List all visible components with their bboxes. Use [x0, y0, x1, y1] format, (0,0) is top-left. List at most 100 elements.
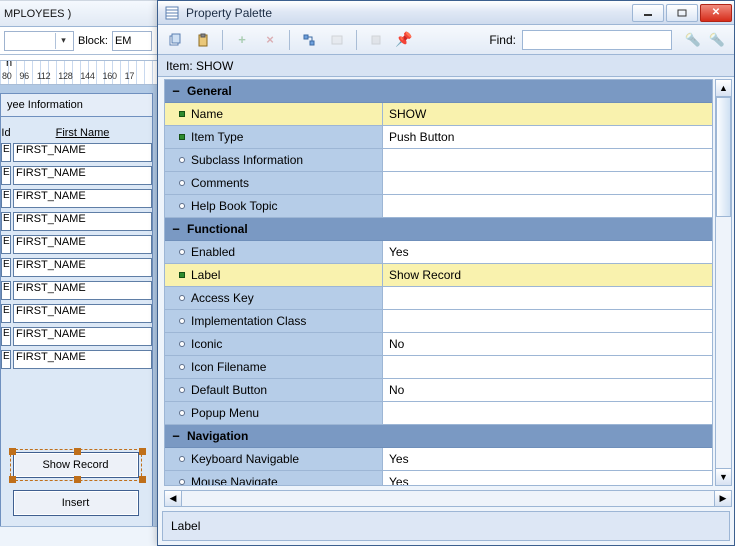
- property-row-default_btn[interactable]: Default ButtonNo: [165, 379, 712, 402]
- pin-button[interactable]: 📌: [393, 29, 415, 51]
- table-row[interactable]: EFIRST_NAME: [1, 233, 152, 256]
- minimize-button[interactable]: [632, 4, 664, 22]
- table-row[interactable]: EFIRST_NAME: [1, 279, 152, 302]
- id-cell[interactable]: E: [1, 212, 11, 231]
- editor-combo-1[interactable]: ▾: [4, 31, 74, 51]
- property-value[interactable]: [383, 287, 712, 309]
- property-class-button: [326, 29, 348, 51]
- find-input[interactable]: [522, 30, 672, 50]
- table-row[interactable]: EFIRST_NAME: [1, 164, 152, 187]
- scroll-thumb[interactable]: [716, 97, 731, 217]
- titlebar[interactable]: Property Palette ✕: [158, 1, 734, 25]
- property-value[interactable]: [383, 195, 712, 217]
- property-value[interactable]: Yes: [383, 241, 712, 263]
- firstname-cell[interactable]: FIRST_NAME: [13, 166, 152, 185]
- scroll-right-button[interactable]: ▶: [714, 491, 731, 506]
- property-value[interactable]: [383, 356, 712, 378]
- collapse-icon: −: [171, 429, 181, 443]
- canvas[interactable]: Id First Name EFIRST_NAMEEFIRST_NAMEEFIR…: [0, 117, 153, 537]
- property-value[interactable]: No: [383, 379, 712, 401]
- maximize-button[interactable]: [666, 4, 698, 22]
- property-row-name[interactable]: NameSHOW: [165, 103, 712, 126]
- property-label: Keyboard Navigable: [191, 452, 299, 466]
- table-row[interactable]: EFIRST_NAME: [1, 302, 152, 325]
- property-row-enabled[interactable]: Enabled Yes: [165, 241, 712, 264]
- id-cell[interactable]: E: [1, 304, 11, 323]
- property-label: Icon Filename: [191, 360, 266, 374]
- property-row-comments[interactable]: Comments: [165, 172, 712, 195]
- firstname-cell[interactable]: FIRST_NAME: [13, 212, 152, 231]
- property-row-access_key[interactable]: Access Key: [165, 287, 712, 310]
- property-row-help_book[interactable]: Help Book Topic: [165, 195, 712, 218]
- vertical-scrollbar[interactable]: ▲ ▼: [715, 79, 732, 486]
- property-value[interactable]: [383, 402, 712, 424]
- status-cell: Label: [162, 511, 730, 541]
- firstname-cell[interactable]: FIRST_NAME: [13, 235, 152, 254]
- property-value[interactable]: Yes: [383, 471, 712, 486]
- scroll-left-button[interactable]: ◀: [165, 491, 182, 506]
- block-combo[interactable]: EM: [112, 31, 152, 51]
- scroll-up-button[interactable]: ▲: [716, 80, 731, 97]
- id-cell[interactable]: E: [1, 189, 11, 208]
- property-row-popup[interactable]: Popup Menu: [165, 402, 712, 425]
- firstname-cell[interactable]: FIRST_NAME: [13, 258, 152, 277]
- property-row-icon_file[interactable]: Icon Filename: [165, 356, 712, 379]
- section-navigation[interactable]: −Navigation: [165, 425, 712, 448]
- property-value[interactable]: Push Button: [383, 126, 712, 148]
- id-cell[interactable]: E: [1, 281, 11, 300]
- window-title: Property Palette: [186, 6, 626, 20]
- id-cell[interactable]: E: [1, 350, 11, 369]
- firstname-cell[interactable]: FIRST_NAME: [13, 350, 152, 369]
- table-row[interactable]: EFIRST_NAME: [1, 348, 152, 371]
- property-value[interactable]: Show Record: [383, 264, 712, 286]
- property-row-plabel[interactable]: LabelShow Record: [165, 264, 712, 287]
- property-row-item_type[interactable]: Item TypePush Button: [165, 126, 712, 149]
- table-row[interactable]: EFIRST_NAME: [1, 325, 152, 348]
- default-marker-icon: [179, 410, 185, 416]
- section-functional[interactable]: −Functional: [165, 218, 712, 241]
- paste-props-button[interactable]: [192, 29, 214, 51]
- firstname-cell[interactable]: FIRST_NAME: [13, 327, 152, 346]
- property-value[interactable]: No: [383, 333, 712, 355]
- id-cell[interactable]: E: [1, 258, 11, 277]
- scroll-down-button[interactable]: ▼: [716, 468, 731, 485]
- id-cell[interactable]: E: [1, 166, 11, 185]
- close-button[interactable]: ✕: [700, 4, 732, 22]
- property-value[interactable]: [383, 149, 712, 171]
- override-marker-icon: [179, 134, 185, 140]
- horizontal-scrollbar[interactable]: ◀ ▶: [164, 490, 732, 507]
- collapse-icon: −: [171, 84, 181, 98]
- property-grid[interactable]: −GeneralNameSHOWItem TypePush ButtonSubc…: [164, 79, 713, 486]
- property-palette-window: Property Palette ✕ + × 📌 Find: 🔦 🔦 Item:…: [157, 0, 735, 546]
- property-value[interactable]: [383, 310, 712, 332]
- find-prev-button: 🔦: [706, 29, 728, 51]
- section-general[interactable]: −General: [165, 80, 712, 103]
- table-row[interactable]: EFIRST_NAME: [1, 256, 152, 279]
- property-row-kbd_nav[interactable]: Keyboard Navigable Yes: [165, 448, 712, 471]
- property-label: Enabled: [191, 245, 235, 259]
- property-value[interactable]: [383, 172, 712, 194]
- inherit-button[interactable]: [298, 29, 320, 51]
- id-cell[interactable]: E: [1, 235, 11, 254]
- firstname-cell[interactable]: FIRST_NAME: [13, 143, 152, 162]
- firstname-cell[interactable]: FIRST_NAME: [13, 189, 152, 208]
- property-value[interactable]: Yes: [383, 448, 712, 470]
- show-record-button[interactable]: Show Record: [13, 452, 139, 478]
- id-cell[interactable]: E: [1, 327, 11, 346]
- id-cell[interactable]: E: [1, 143, 11, 162]
- firstname-cell[interactable]: FIRST_NAME: [13, 304, 152, 323]
- insert-button[interactable]: Insert: [13, 490, 139, 516]
- freeze-button: [365, 29, 387, 51]
- property-label: Comments: [191, 176, 249, 190]
- table-row[interactable]: EFIRST_NAME: [1, 210, 152, 233]
- property-row-mouse_nav[interactable]: Mouse NavigateYes: [165, 471, 712, 486]
- property-row-subclass[interactable]: Subclass Information: [165, 149, 712, 172]
- editor-title: MPLOYEES ): [4, 8, 71, 20]
- copy-props-button[interactable]: [164, 29, 186, 51]
- table-row[interactable]: EFIRST_NAME: [1, 141, 152, 164]
- table-row[interactable]: EFIRST_NAME: [1, 187, 152, 210]
- firstname-cell[interactable]: FIRST_NAME: [13, 281, 152, 300]
- property-row-iconic[interactable]: IconicNo: [165, 333, 712, 356]
- property-row-impl_class[interactable]: Implementation Class: [165, 310, 712, 333]
- property-value[interactable]: SHOW: [383, 103, 712, 125]
